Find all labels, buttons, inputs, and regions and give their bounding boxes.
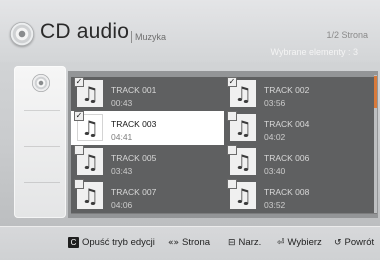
track-item[interactable]: ♫ TRACK 004 04:02 xyxy=(224,111,377,146)
select-checkbox[interactable] xyxy=(74,145,84,155)
track-name: TRACK 002 xyxy=(264,85,310,95)
exit-edit-mode-button[interactable]: C Opuść tryb edycji xyxy=(68,237,155,248)
select-checkbox[interactable] xyxy=(227,179,237,189)
skip-icon: «» xyxy=(168,237,180,248)
track-item[interactable]: ♫ TRACK 006 03:40 xyxy=(224,145,377,180)
disc-icon xyxy=(32,74,50,92)
track-item[interactable]: ♫ ✓ TRACK 001 00:43 xyxy=(71,77,224,112)
breadcrumb: Muzyka xyxy=(135,32,167,42)
header-bar: CD audio Muzyka 1/2 Strona Wybrane eleme… xyxy=(0,0,380,62)
page-button[interactable]: «» Strona xyxy=(168,237,210,248)
page-title: CD audio xyxy=(40,20,130,43)
return-button[interactable]: ↺ Powrót xyxy=(334,237,374,248)
select-checkbox[interactable] xyxy=(227,111,237,121)
track-item[interactable]: ♫ TRACK 008 03:52 xyxy=(224,179,377,214)
track-duration: 04:02 xyxy=(264,132,286,142)
divider xyxy=(24,182,60,183)
return-label: Powrót xyxy=(344,237,375,248)
track-name: TRACK 007 xyxy=(111,187,157,197)
track-item[interactable]: ♫ ✓ TRACK 003 04:41 xyxy=(71,111,224,146)
track-name: TRACK 005 xyxy=(111,153,157,163)
tools-label: Narz. xyxy=(238,237,262,248)
select-button[interactable]: ⏎ Wybierz xyxy=(277,237,322,248)
track-item[interactable]: ♫ TRACK 005 03:43 xyxy=(71,145,224,180)
cd-disc-icon xyxy=(10,22,34,46)
tools-icon: ⊟ xyxy=(228,237,236,248)
select-checkbox[interactable]: ✓ xyxy=(74,111,84,121)
track-duration: 03:52 xyxy=(264,200,286,210)
track-item[interactable]: ♫ TRACK 007 04:06 xyxy=(71,179,224,214)
track-name: TRACK 003 xyxy=(111,119,157,129)
select-checkbox[interactable] xyxy=(227,145,237,155)
track-name: TRACK 006 xyxy=(264,153,310,163)
track-duration: 03:40 xyxy=(264,166,286,176)
track-duration: 03:56 xyxy=(264,98,286,108)
track-duration: 00:43 xyxy=(111,98,133,108)
source-sidebar[interactable] xyxy=(14,66,66,218)
track-item[interactable]: ♫ ✓ TRACK 002 03:56 xyxy=(224,77,377,112)
track-name: TRACK 008 xyxy=(264,187,310,197)
footer-bar: C Opuść tryb edycji «» Strona ⊟ Narz. ⏎ … xyxy=(0,227,380,260)
tools-button[interactable]: ⊟ Narz. xyxy=(228,237,261,248)
selected-count: Wybrane elementy : 3 xyxy=(270,47,358,57)
track-name: TRACK 001 xyxy=(111,85,157,95)
scrollbar-thumb[interactable] xyxy=(374,76,377,108)
select-checkbox[interactable]: ✓ xyxy=(227,77,237,87)
exit-edit-mode-label: Opuść tryb edycji xyxy=(82,237,155,248)
enter-icon: ⏎ xyxy=(277,237,285,248)
select-checkbox[interactable] xyxy=(74,179,84,189)
track-duration: 03:43 xyxy=(111,166,133,176)
page-label: Strona xyxy=(182,237,211,248)
breadcrumb-divider xyxy=(131,31,132,43)
track-duration: 04:06 xyxy=(111,200,133,210)
c-key-icon: C xyxy=(68,237,79,248)
divider xyxy=(24,146,60,147)
select-checkbox[interactable]: ✓ xyxy=(74,77,84,87)
divider xyxy=(24,110,60,111)
page-indicator: 1/2 Strona xyxy=(326,30,368,40)
select-label: Wybierz xyxy=(287,237,322,248)
track-duration: 04:41 xyxy=(111,132,133,142)
return-icon: ↺ xyxy=(334,237,342,248)
track-name: TRACK 004 xyxy=(264,119,310,129)
